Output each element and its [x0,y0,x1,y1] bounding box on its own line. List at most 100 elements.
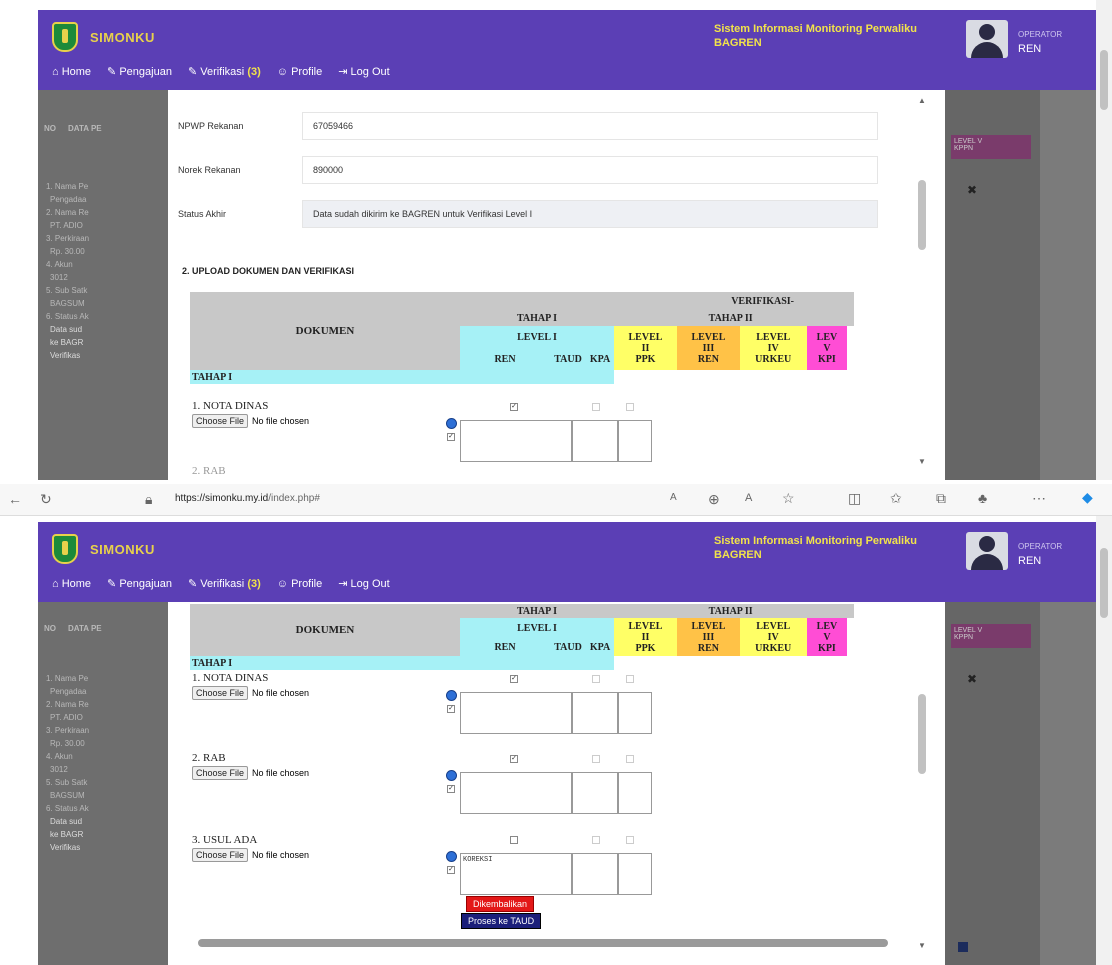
reload-icon[interactable]: ↻ [40,491,52,508]
ren-note[interactable]: KOREKSI [460,853,572,895]
nav-logout[interactable]: ⇥ Log Out [338,65,389,78]
info-icon[interactable] [446,690,457,701]
level2-header: LEVEL II PPK [614,618,677,656]
taud-checkbox[interactable] [592,755,600,763]
taud-checkbox[interactable] [592,836,600,844]
nav-pengajuan[interactable]: ✎ Pengajuan [107,65,172,78]
file-picker[interactable]: Choose File No file chosen [192,848,309,862]
file-picker[interactable]: Choose File No file chosen [192,686,309,700]
norek-input[interactable]: 890000 [302,156,878,184]
copilot-icon[interactable]: ◆ [1082,489,1093,506]
ren-checkbox[interactable]: ✓ [510,755,518,763]
bg-row: Rp. 30.00 [50,739,85,748]
nav-profile[interactable]: ☺ Profile [277,578,322,590]
brand[interactable]: SIMONKU [52,22,155,52]
check-icon[interactable]: ✓ [447,705,455,713]
level3-header: LEVEL III REN [676,618,740,656]
zoom-icon[interactable]: ⊕ [708,491,720,508]
doc-name: 3. USUL ADA [192,834,258,846]
scrollbar-thumb[interactable] [1100,548,1108,618]
level-v-badge: LEVEL V KPPN [951,135,1031,159]
level3-header: LEVEL III REN [676,326,740,370]
ren-checkbox[interactable]: ✓ [510,403,518,411]
page-scrollbar[interactable] [1096,0,1112,480]
nav-pengajuan[interactable]: ✎ Pengajuan [107,577,172,590]
nav-verifikasi[interactable]: ✎ Verifikasi (3) [188,577,261,590]
ren-checkbox[interactable]: ✓ [510,675,518,683]
modal-scrollbar[interactable]: ▼ [914,602,930,958]
level4-header: LEVEL IV URKEU [739,618,807,656]
favorites-icon[interactable]: ✩ [890,490,902,507]
kpa-checkbox[interactable] [626,755,634,763]
ren-note[interactable] [460,420,572,462]
nav-verifikasi[interactable]: ✎ Verifikasi (3) [188,65,261,78]
kpa-note[interactable] [618,692,652,734]
back-icon[interactable]: ← [8,491,22,507]
taud-checkbox[interactable] [592,675,600,683]
ren-note[interactable] [460,692,572,734]
kpa-checkbox[interactable] [626,675,634,683]
background-square-icon [958,942,968,952]
nav-logout[interactable]: ⇥ Log Out [338,577,389,590]
npwp-input[interactable]: 67059466 [302,112,878,140]
taud-checkbox[interactable] [592,403,600,411]
close-icon[interactable]: ✖ [967,183,977,197]
horizontal-scrollbar-thumb[interactable] [198,939,888,947]
file-picker[interactable]: Choose File No file chosen [192,766,309,780]
info-icon[interactable] [446,851,457,862]
kpa-note[interactable] [618,853,652,895]
group-tahap1: TAHAP I [190,370,614,384]
address-bar[interactable]: https://simonku.my.id/index.php# [175,493,320,504]
nav-home[interactable]: ⌂ Home [52,578,91,590]
split-icon[interactable]: ◫ [848,490,861,507]
bg-row: Verifikas [50,351,81,360]
scrollbar-thumb[interactable] [918,180,926,250]
info-icon[interactable] [446,418,457,429]
level5-header: LEV V KPI [806,326,848,370]
scrollbar-thumb[interactable] [1100,50,1108,110]
kpa-note[interactable] [618,772,652,814]
return-button[interactable]: Dikembalikan [466,896,535,912]
ren-note[interactable] [460,772,572,814]
avatar[interactable] [966,532,1008,570]
extension-icon[interactable]: ♣ [978,490,987,506]
ren-checkbox[interactable] [510,836,518,844]
bg-row: 2. Nama Re [46,700,89,709]
horizontal-scrollbar-track[interactable] [180,936,920,950]
col-taud: TAUD [550,348,586,370]
process-taud-button[interactable]: Proses ke TAUD [461,913,542,929]
bg-row: 1. Nama Pe [46,674,89,683]
file-picker[interactable]: Choose File No file chosen [192,414,309,428]
translate-icon[interactable]: A [670,492,677,503]
main-nav: ⌂ Home ✎ Pengajuan ✎ Verifikasi (3) ☺ Pr… [52,65,390,79]
tahap1-header: TAHAP I [460,310,614,326]
read-aloud-icon[interactable]: A [745,492,752,504]
kpa-note[interactable] [618,420,652,462]
favorite-icon[interactable]: ☆ [782,490,795,507]
level5-header: LEV V KPI [806,618,848,656]
collections-icon[interactable]: ⧉ [936,490,946,507]
scrollbar-thumb[interactable] [918,694,926,774]
taud-note[interactable] [572,692,618,734]
close-icon[interactable]: ✖ [967,672,977,686]
kpa-checkbox[interactable] [626,403,634,411]
info-icon[interactable] [446,770,457,781]
page-scrollbar[interactable] [1096,516,1112,965]
taud-note[interactable] [572,420,618,462]
avatar[interactable] [966,20,1008,58]
lock-icon[interactable]: 🔒︎ [145,491,152,508]
bg-row: Data sud [50,325,83,334]
modal-scrollbar[interactable]: ▲ ▼ [914,92,930,468]
check-icon[interactable]: ✓ [447,785,455,793]
kpa-checkbox[interactable] [626,836,634,844]
field-npwp: NPWP Rekanan 67059466 [178,112,878,140]
more-icon[interactable]: ⋯ [1032,490,1046,507]
nav-home[interactable]: ⌂ Home [52,66,91,78]
nav-profile[interactable]: ☺ Profile [277,66,322,78]
brand[interactable]: SIMONKU [52,534,155,564]
check-icon[interactable]: ✓ [447,433,455,441]
col-ren: REN [460,348,550,370]
taud-note[interactable] [572,772,618,814]
taud-note[interactable] [572,853,618,895]
check-icon[interactable]: ✓ [447,866,455,874]
